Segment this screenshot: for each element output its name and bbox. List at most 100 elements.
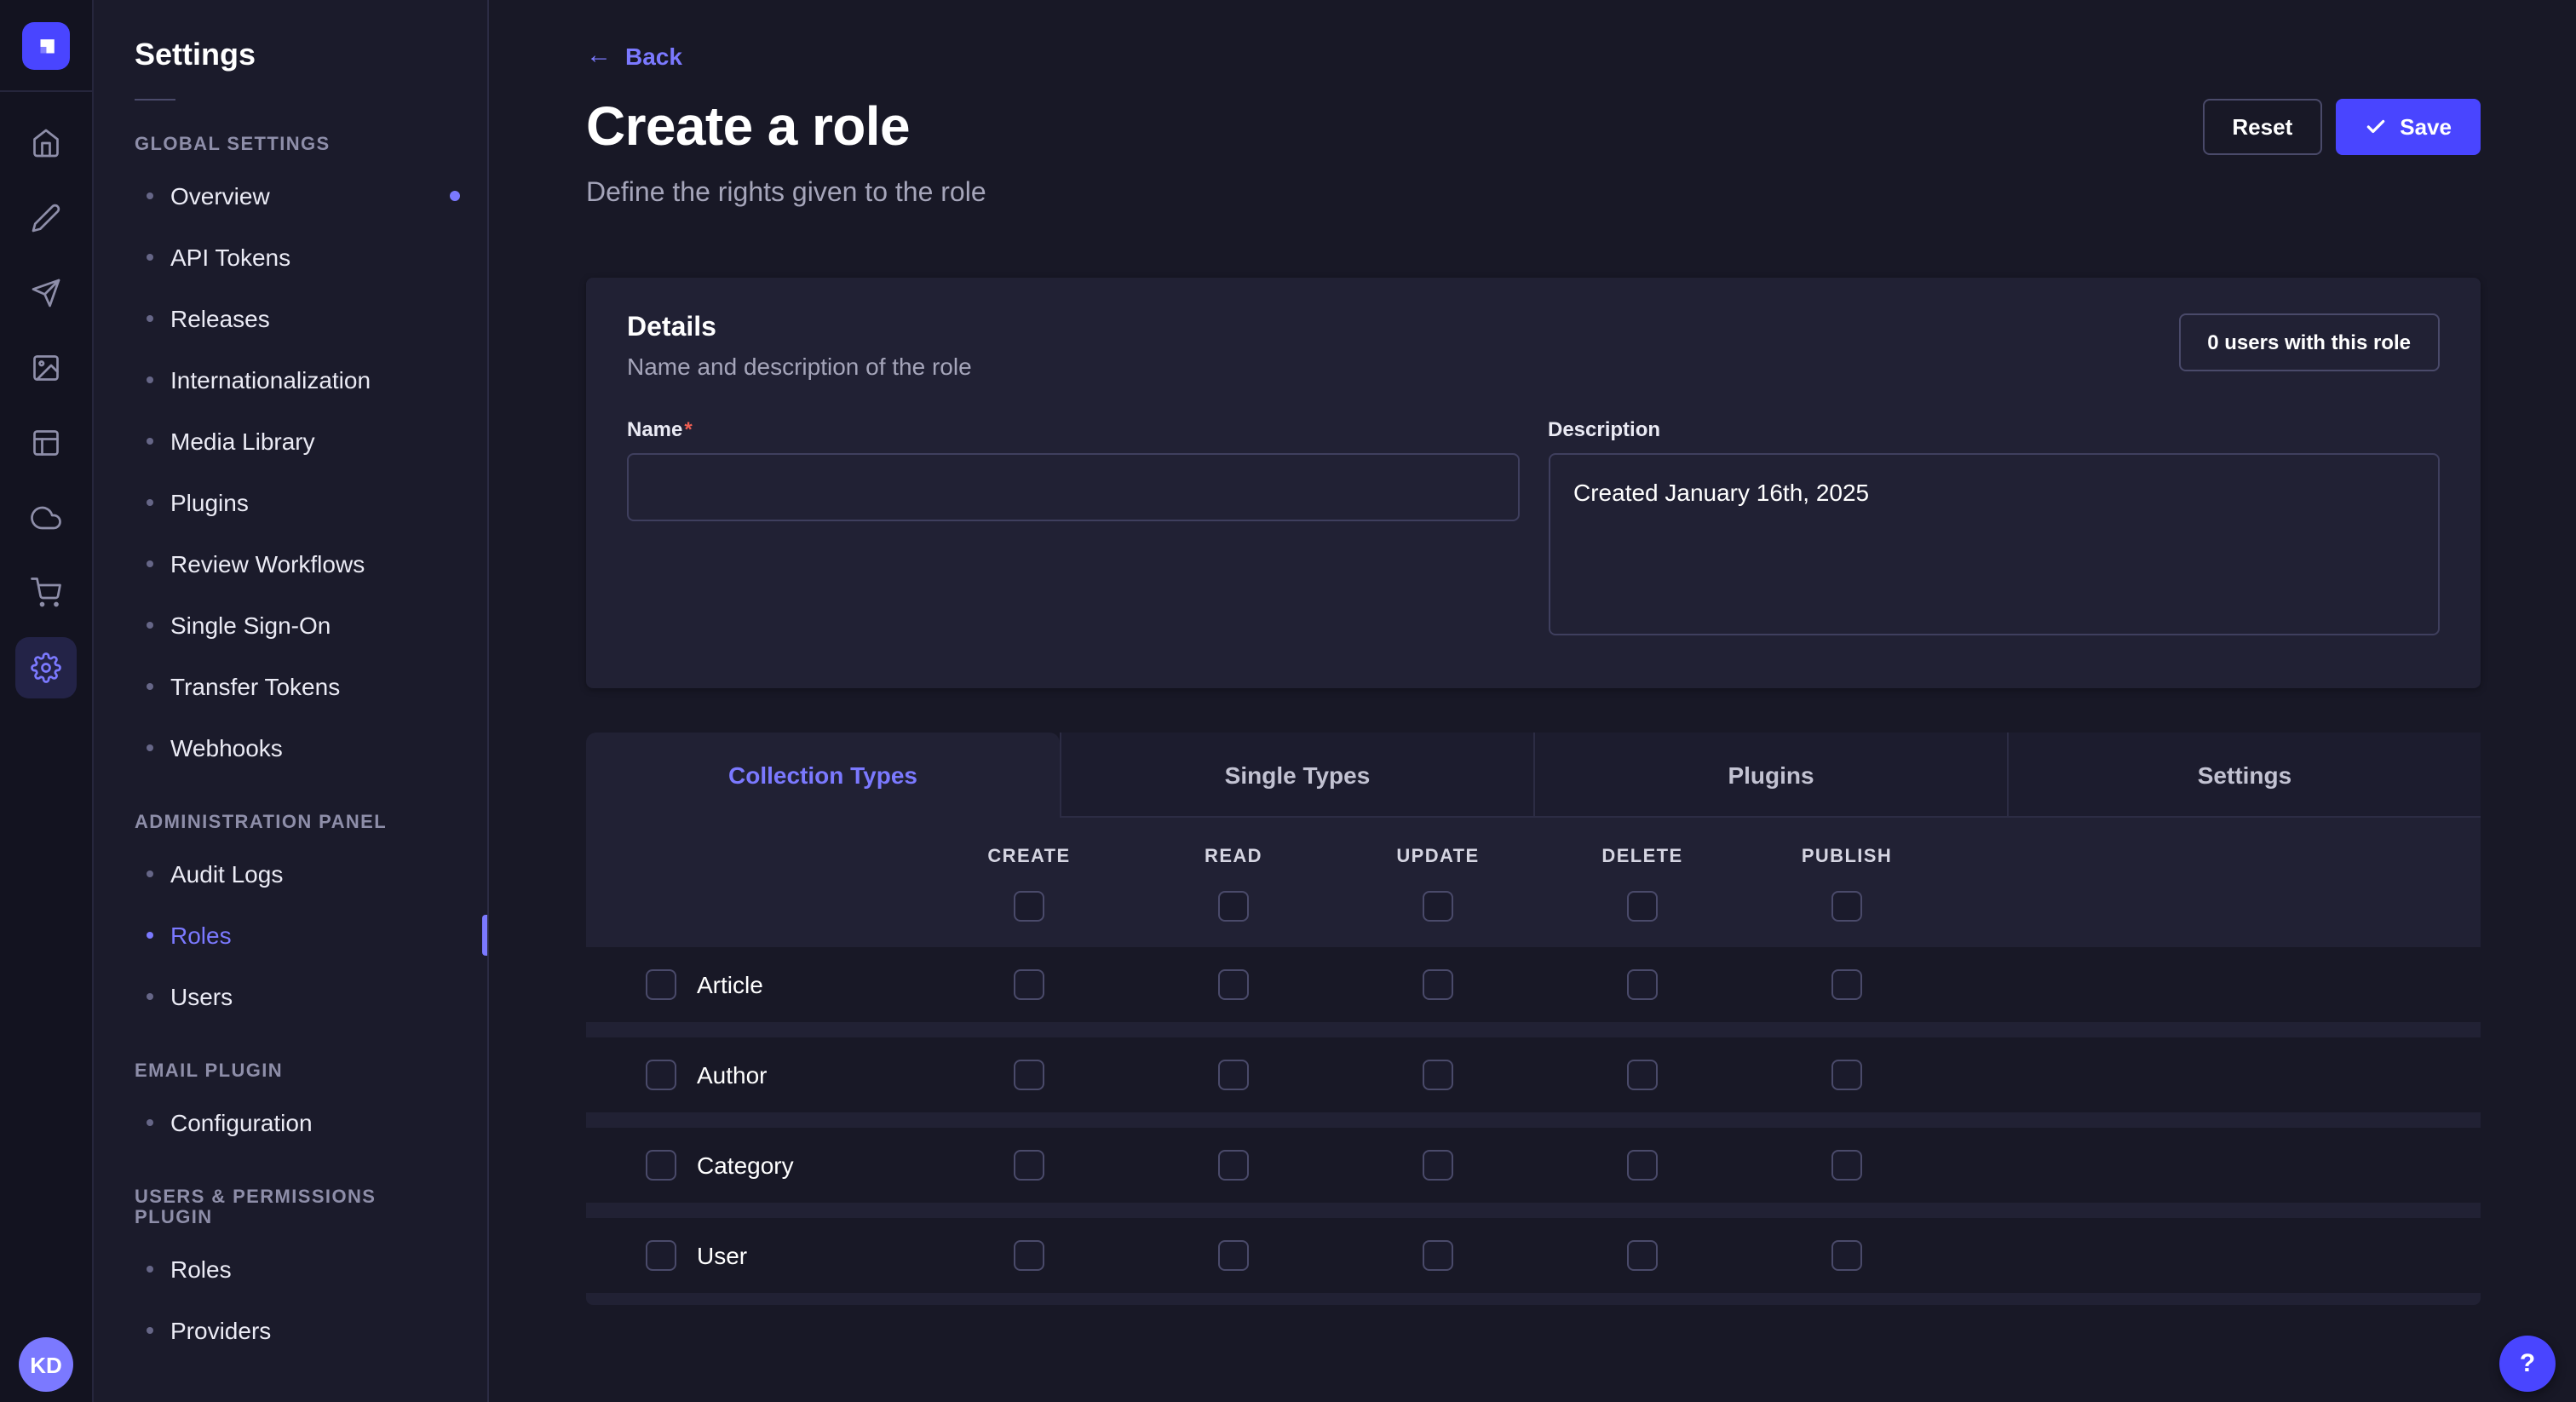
header-spacer <box>586 847 927 922</box>
description-textarea[interactable]: Created January 16th, 2025 <box>1548 453 2440 635</box>
sidebar-item-api-tokens[interactable]: API Tokens <box>94 227 487 288</box>
checkbox-user-read[interactable] <box>1218 1240 1249 1271</box>
logo-container <box>0 0 92 92</box>
tab-single-types[interactable]: Single Types <box>1060 733 1533 818</box>
sidebar-item-label: Providers <box>170 1317 271 1344</box>
sidebar-item-label: Audit Logs <box>170 860 283 888</box>
checkbox-category-all[interactable] <box>646 1150 676 1181</box>
checkbox-author-publish[interactable] <box>1831 1060 1862 1090</box>
row-label: Author <box>697 1061 768 1089</box>
column-header-update: UPDATE <box>1396 847 1479 867</box>
row-head: Author <box>586 1060 927 1090</box>
main-nav: KD <box>0 0 94 1402</box>
check-icon <box>2364 116 2386 138</box>
sidebar-item-transfer-tokens[interactable]: Transfer Tokens <box>94 656 487 717</box>
checkbox-article-publish[interactable] <box>1831 969 1862 1000</box>
bullet-icon <box>147 932 153 939</box>
marketplace-cart-icon[interactable] <box>15 562 77 623</box>
checkbox-author-update[interactable] <box>1423 1060 1453 1090</box>
back-link[interactable]: ← Back <box>586 42 682 69</box>
user-avatar[interactable]: KD <box>19 1337 73 1392</box>
bullet-icon <box>147 499 153 506</box>
help-button[interactable]: ? <box>2499 1336 2556 1392</box>
sidebar-item-label: Overview <box>170 182 270 210</box>
sidebar-section-admin-panel: ADMINISTRATION PANEL Audit Logs Roles Us… <box>94 813 487 1027</box>
checkbox-author-delete[interactable] <box>1627 1060 1658 1090</box>
sidebar-item-label: Roles <box>170 1255 232 1283</box>
checkbox-user-delete[interactable] <box>1627 1240 1658 1271</box>
permission-row-user: User <box>586 1218 2481 1293</box>
reset-button[interactable]: Reset <box>2203 99 2321 155</box>
sidebar-item-roles[interactable]: Roles <box>94 905 487 966</box>
sidebar-section-email-plugin: EMAIL PLUGIN Configuration <box>94 1061 487 1153</box>
name-field-group: Name* <box>627 417 1519 521</box>
users-with-role-button[interactable]: 0 users with this role <box>2178 313 2440 371</box>
header-actions: Reset Save <box>2203 99 2481 155</box>
row-label: Article <box>697 971 763 998</box>
name-field-label: Name* <box>627 417 1519 441</box>
main-nav-icons <box>15 112 77 698</box>
content-manager-icon[interactable] <box>15 412 77 474</box>
checkbox-all-read[interactable] <box>1218 891 1249 922</box>
media-library-icon[interactable] <box>15 337 77 399</box>
checkbox-article-all[interactable] <box>646 969 676 1000</box>
checkbox-author-create[interactable] <box>1014 1060 1044 1090</box>
sidebar-item-users[interactable]: Users <box>94 966 487 1027</box>
strapi-logo[interactable] <box>22 22 70 70</box>
checkbox-all-create[interactable] <box>1014 891 1044 922</box>
sidebar-section-global: GLOBAL SETTINGS Overview API Tokens Rele… <box>94 135 487 779</box>
checkbox-category-read[interactable] <box>1218 1150 1249 1181</box>
settings-gear-icon[interactable] <box>15 637 77 698</box>
checkbox-category-create[interactable] <box>1014 1150 1044 1181</box>
save-button[interactable]: Save <box>2335 99 2481 155</box>
checkbox-user-create[interactable] <box>1014 1240 1044 1271</box>
settings-sidebar: Settings GLOBAL SETTINGS Overview API To… <box>94 0 489 1402</box>
checkbox-all-delete[interactable] <box>1627 891 1658 922</box>
sidebar-item-configuration[interactable]: Configuration <box>94 1092 487 1153</box>
details-title-block: Details Name and description of the role <box>627 313 972 380</box>
bullet-icon <box>147 254 153 261</box>
checkbox-all-publish[interactable] <box>1831 891 1862 922</box>
sidebar-item-up-roles[interactable]: Roles <box>94 1238 487 1300</box>
deploy-icon[interactable] <box>15 262 77 324</box>
checkbox-user-update[interactable] <box>1423 1240 1453 1271</box>
checkbox-article-create[interactable] <box>1014 969 1044 1000</box>
sidebar-item-media-library[interactable]: Media Library <box>94 411 487 472</box>
main-content: ← Back Create a role Define the rights g… <box>489 0 2576 1402</box>
cloud-icon[interactable] <box>15 487 77 549</box>
sidebar-item-releases[interactable]: Releases <box>94 288 487 349</box>
sidebar-item-providers[interactable]: Providers <box>94 1300 487 1361</box>
checkbox-article-delete[interactable] <box>1627 969 1658 1000</box>
checkbox-user-publish[interactable] <box>1831 1240 1862 1271</box>
checkbox-user-all[interactable] <box>646 1240 676 1271</box>
checkbox-article-read[interactable] <box>1218 969 1249 1000</box>
sidebar-item-plugins[interactable]: Plugins <box>94 472 487 533</box>
tab-plugins[interactable]: Plugins <box>1533 733 2007 818</box>
checkbox-category-delete[interactable] <box>1627 1150 1658 1181</box>
sidebar-item-label: Single Sign-On <box>170 612 331 639</box>
content-type-builder-icon[interactable] <box>15 187 77 249</box>
home-icon[interactable] <box>15 112 77 174</box>
tab-settings[interactable]: Settings <box>2007 733 2481 818</box>
checkbox-category-update[interactable] <box>1423 1150 1453 1181</box>
checkbox-author-read[interactable] <box>1218 1060 1249 1090</box>
bullet-icon <box>147 438 153 445</box>
sidebar-item-audit-logs[interactable]: Audit Logs <box>94 843 487 905</box>
row-head: Category <box>586 1150 927 1181</box>
tab-collection-types[interactable]: Collection Types <box>586 733 1060 818</box>
checkbox-article-update[interactable] <box>1423 969 1453 1000</box>
name-input[interactable] <box>627 453 1519 521</box>
back-link-label: Back <box>625 42 682 69</box>
app-window: KD Settings GLOBAL SETTINGS Overview API… <box>0 0 2576 1402</box>
checkbox-all-update[interactable] <box>1423 891 1453 922</box>
sidebar-item-internationalization[interactable]: Internationalization <box>94 349 487 411</box>
sidebar-item-review-workflows[interactable]: Review Workflows <box>94 533 487 595</box>
sidebar-item-webhooks[interactable]: Webhooks <box>94 717 487 779</box>
sidebar-item-overview[interactable]: Overview <box>94 165 487 227</box>
checkbox-category-publish[interactable] <box>1831 1150 1862 1181</box>
checkbox-author-all[interactable] <box>646 1060 676 1090</box>
column-read: READ <box>1131 847 1336 922</box>
sidebar-item-label: Internationalization <box>170 366 371 394</box>
sidebar-item-label: Roles <box>170 922 232 949</box>
sidebar-item-single-sign-on[interactable]: Single Sign-On <box>94 595 487 656</box>
